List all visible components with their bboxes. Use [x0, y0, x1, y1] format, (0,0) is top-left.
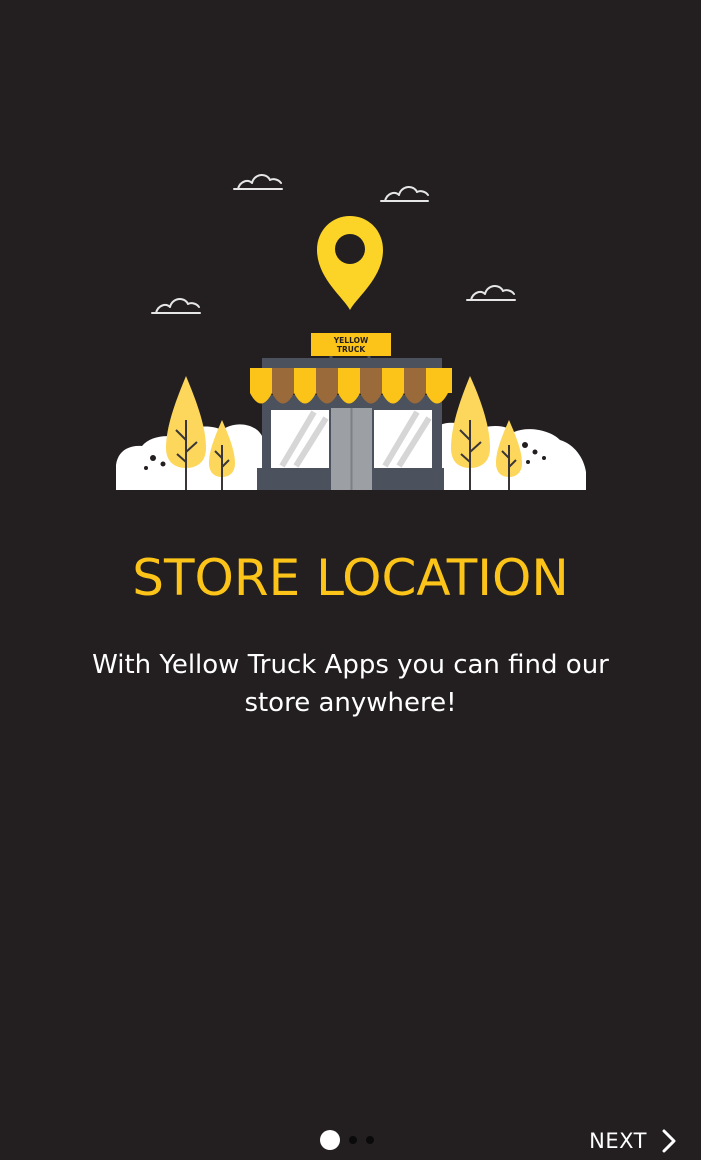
next-button[interactable]: NEXT: [589, 1124, 677, 1158]
page-subtitle: With Yellow Truck Apps you can find our …: [92, 650, 609, 718]
next-button-label: NEXT: [589, 1129, 647, 1153]
store-awning: [250, 368, 452, 404]
cloud-icon: [233, 174, 283, 190]
store-sign: YELLOW TRUCK: [311, 333, 391, 362]
page-indicator-dot-active[interactable]: [320, 1130, 340, 1150]
cloud-icon: [151, 298, 201, 314]
sign-text-line-1: YELLOW: [333, 336, 369, 345]
location-pin-icon: [317, 216, 383, 310]
page-indicator: [320, 1129, 374, 1151]
cloud-icon: [380, 186, 429, 202]
page-indicator-dot[interactable]: [366, 1136, 374, 1144]
page-indicator-dot[interactable]: [349, 1136, 357, 1144]
cloud-icon: [466, 285, 516, 301]
page-title: STORE LOCATION: [132, 549, 569, 607]
sign-text-line-2: TRUCK: [337, 345, 366, 354]
chevron-right-icon: [662, 1129, 676, 1153]
store-illustration: YELLOW TRUCK: [116, 174, 586, 490]
